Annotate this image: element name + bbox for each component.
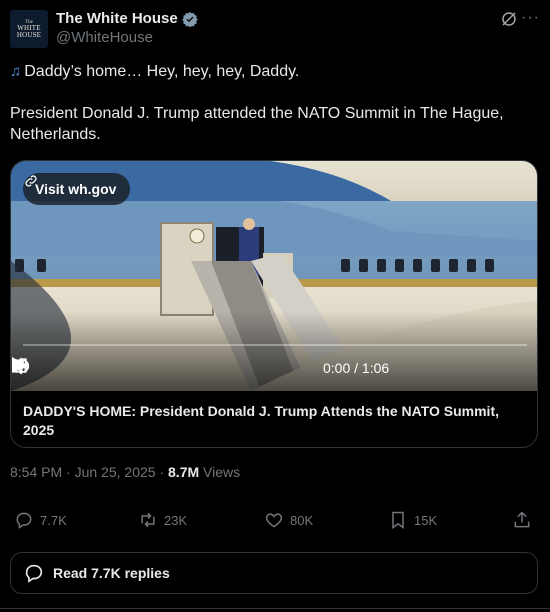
video-time: 0:00 / 1:06 [323,360,390,376]
visit-link-button[interactable]: Visit wh.gov [23,173,131,205]
card-title[interactable]: DADDY'S HOME: President Donald J. Trump … [23,402,523,440]
heart-icon [265,513,283,528]
tweet-meta: 8:54 PM · Jun 25, 2025 · 8.7M Views [10,464,240,480]
verified-badge-icon[interactable] [182,11,198,27]
fullscreen-icon[interactable] [11,356,29,374]
share-button[interactable] [512,510,532,530]
like-button[interactable]: 80K [264,510,313,530]
handle[interactable]: @WhiteHouse [56,29,153,46]
video-progress-bar[interactable] [23,344,527,346]
meta-separator: · [66,464,75,480]
bookmark-icon [392,511,404,529]
repost-icon [141,512,155,528]
video-controls: 0:00 / 1:06 [11,356,537,386]
name-row: The White House [56,10,198,27]
tweet-line-1: ♫ Daddy’s home… Hey, hey, hey, Daddy. [10,61,535,82]
views-label: Views [203,464,241,480]
bookmark-count: 15K [414,512,438,528]
tweet-time[interactable]: 8:54 PM [10,464,62,480]
repost-count: 23K [164,512,188,528]
share-icon [514,511,530,528]
bookmark-button[interactable]: 15K [388,510,437,530]
divider [0,608,550,609]
read-replies-label: Read 7.7K replies [53,565,170,581]
grok-icon[interactable] [500,10,518,28]
tweet-line-1-text: Daddy’s home… Hey, hey, hey, Daddy. [24,63,300,80]
link-icon [25,175,37,187]
visit-link-label: Visit wh.gov [35,181,117,197]
musical-notes-icon: ♫ [10,63,22,80]
avatar[interactable]: The WHITE HOUSE [10,10,48,48]
repost-button[interactable]: 23K [138,510,187,530]
tweet-date[interactable]: Jun 25, 2025 [75,464,156,480]
tweet-header: The WHITE HOUSE The White House @WhiteHo… [10,8,540,48]
tweet-line-2: President Donald J. Trump attended the N… [10,105,504,143]
reply-bubble-icon [25,564,43,583]
avatar-text-house: HOUSE [16,30,42,39]
video-card[interactable]: Visit wh.gov 0:00 / 1:06 DADDY'S HOME: P… [10,160,538,448]
reply-icon [16,512,32,529]
display-name[interactable]: The White House [56,10,178,27]
more-options-icon[interactable]: ··· [521,9,540,27]
read-replies-button[interactable]: Read 7.7K replies [10,552,538,594]
meta-separator-2: · [159,464,169,480]
reply-button[interactable]: 7.7K [14,510,67,530]
video-player[interactable]: Visit wh.gov 0:00 / 1:06 [11,161,537,391]
like-count: 80K [290,512,314,528]
action-bar: 7.7K 23K 80K 15K [10,510,540,536]
tweet-text: ♫ Daddy’s home… Hey, hey, hey, Daddy. Pre… [10,61,535,166]
views-count: 8.7M [168,464,200,480]
reply-count: 7.7K [40,512,67,528]
